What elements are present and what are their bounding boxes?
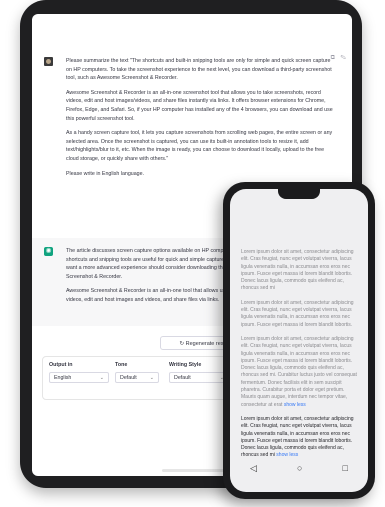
phone-navigation-bar: ◁ ○ □	[230, 458, 368, 478]
phone-notch	[278, 189, 320, 199]
phone-paragraph-text: Lorem ipsum dolor sit amet, consectetur …	[241, 335, 357, 408]
phone-article: Lorem ipsum dolor sit amet, consectetur …	[241, 249, 357, 467]
output-in-label: Output in	[49, 362, 73, 368]
writing-style-select[interactable]: Default ⌄	[169, 372, 229, 383]
openai-logo-icon: ✺	[44, 247, 53, 256]
recents-icon[interactable]: □	[343, 463, 348, 473]
user-message-body: Please summarize the text "The shortcuts…	[66, 57, 336, 178]
phone-paragraph-with-link: Lorem ipsum dolor sit amet, consectetur …	[241, 336, 357, 409]
tone-label: Tone	[115, 362, 128, 368]
phone-device: Lorem ipsum dolor sit amet, consectetur …	[223, 182, 375, 499]
home-icon[interactable]: ○	[297, 463, 302, 473]
phone-paragraph: Lorem ipsum dolor sit amet, consectetur …	[241, 299, 354, 328]
chevron-down-icon: ⌄	[149, 375, 154, 381]
user-avatar	[44, 57, 53, 66]
user-paragraph: Awesome Screenshot & Recorder is an all-…	[66, 89, 333, 122]
tone-select[interactable]: Default ⌄	[115, 372, 159, 383]
user-paragraph: Please write in English language.	[66, 170, 145, 177]
phone-paragraph-with-link: Lorem ipsum dolor sit amet, consectetur …	[241, 416, 357, 460]
back-icon[interactable]: ◁	[250, 463, 257, 474]
writing-style-option: Writing Style Default ⌄	[169, 362, 229, 383]
output-in-option: Output in English ⌄	[49, 362, 109, 383]
output-in-value: English	[54, 375, 72, 381]
show-less-link[interactable]: show less	[284, 402, 306, 408]
output-in-select[interactable]: English ⌄	[49, 372, 109, 383]
phone-paragraph: Lorem ipsum dolor sit amet, consectetur …	[241, 249, 354, 292]
writing-style-label: Writing Style	[169, 362, 202, 368]
user-paragraph: Please summarize the text "The shortcuts…	[66, 58, 332, 82]
user-message: ⧉ ✎ Please summarize the text "The short…	[44, 55, 346, 184]
message-actions-icons[interactable]: ⧉ ✎	[331, 55, 348, 62]
tone-option: Tone Default ⌄	[115, 362, 159, 383]
chevron-down-icon: ⌄	[99, 375, 104, 381]
user-paragraph: As a handy screen capture tool, it lets …	[66, 130, 333, 162]
tone-value: Default	[120, 375, 137, 381]
phone-screen: Lorem ipsum dolor sit amet, consectetur …	[230, 189, 368, 492]
writing-style-value: Default	[174, 375, 191, 381]
